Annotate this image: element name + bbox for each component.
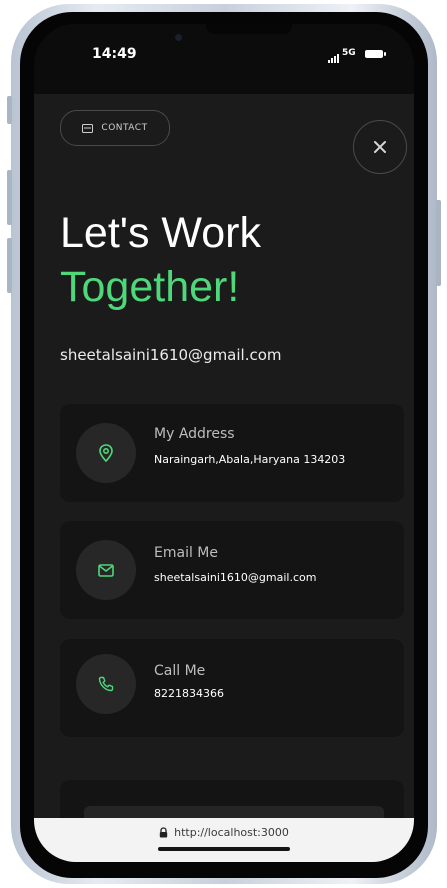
phone-screen: 14:49 5G CONTACT Let's Work Together! sh… [34, 24, 414, 862]
address-value: Naraingarh,Abala,Haryana 134203 [154, 453, 346, 466]
browser-url: http://localhost:3000 [174, 826, 289, 839]
email-card[interactable]: Email Me sheetalsaini1610@gmail.com [60, 521, 404, 619]
address-card: My Address Naraingarh,Abala,Haryana 1342… [60, 404, 404, 502]
home-indicator[interactable] [158, 847, 290, 851]
email-title: Email Me [154, 545, 218, 561]
signal-icon [328, 54, 339, 63]
power-button [436, 200, 441, 286]
phone-icon [98, 676, 114, 692]
email-text[interactable]: sheetalsaini1610@gmail.com [60, 346, 282, 364]
volume-down-button [7, 238, 12, 293]
email-value: sheetalsaini1610@gmail.com [154, 571, 317, 584]
battery-tip [384, 52, 386, 56]
contact-pill[interactable]: CONTACT [60, 110, 170, 146]
address-icon-circle [76, 423, 136, 483]
mail-icon [82, 123, 94, 133]
mute-switch [7, 96, 12, 124]
mail-icon [98, 563, 114, 577]
call-icon-circle [76, 654, 136, 714]
network-label: 5G [342, 48, 356, 58]
lock-icon [159, 827, 168, 838]
location-pin-icon [99, 444, 113, 462]
status-bar: 14:49 5G [34, 24, 414, 94]
camera-dot [175, 34, 182, 41]
call-value: 8221834366 [154, 687, 224, 700]
browser-url-bar[interactable]: http://localhost:3000 [34, 818, 414, 862]
status-time: 14:49 [92, 46, 137, 62]
address-title: My Address [154, 426, 235, 442]
battery-icon [365, 50, 383, 58]
sensor-housing [206, 24, 292, 34]
heading-line2: Together! [60, 263, 240, 311]
call-title: Call Me [154, 663, 206, 679]
volume-up-button [7, 170, 12, 225]
contact-pill-label: CONTACT [101, 123, 148, 133]
close-icon [374, 141, 386, 153]
call-card[interactable]: Call Me 8221834366 [60, 639, 404, 737]
heading-line1: Let's Work [60, 209, 261, 257]
close-button[interactable] [353, 120, 407, 174]
email-icon-circle [76, 540, 136, 600]
